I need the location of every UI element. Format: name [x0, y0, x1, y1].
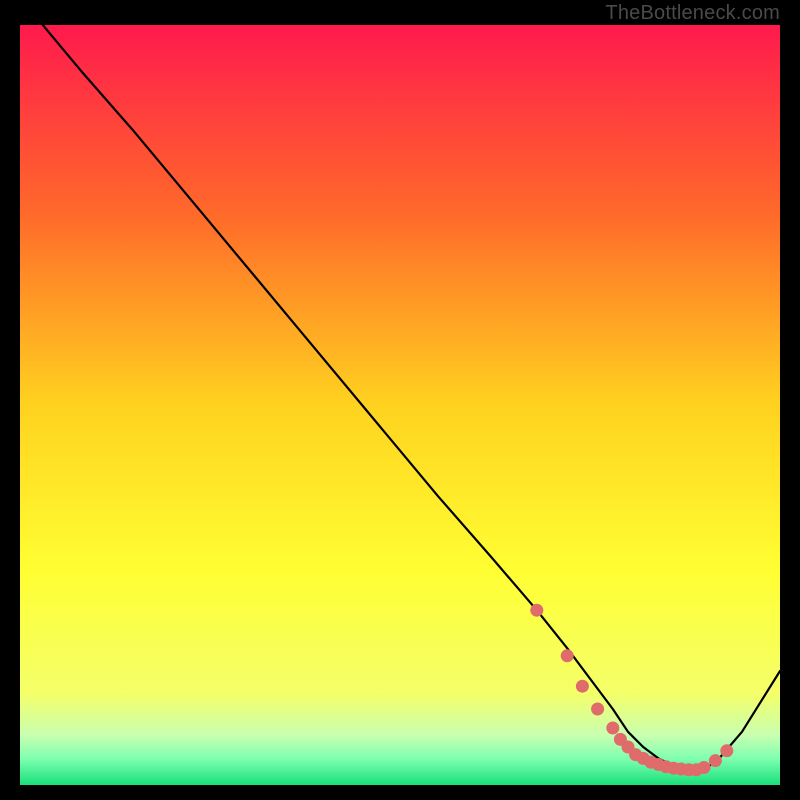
watermark-text: TheBottleneck.com [605, 2, 780, 25]
curve-layer [20, 25, 780, 785]
curve-marker [720, 744, 733, 757]
bottleneck-curve [43, 25, 780, 770]
chart-frame: TheBottleneck.com [0, 0, 800, 800]
plot-area [20, 25, 780, 785]
curve-marker [606, 722, 619, 735]
curve-marker [561, 649, 574, 662]
curve-marker [591, 703, 604, 716]
curve-marker [709, 754, 722, 767]
curve-marker [576, 680, 589, 693]
curve-marker [698, 761, 711, 774]
curve-marker [530, 604, 543, 617]
